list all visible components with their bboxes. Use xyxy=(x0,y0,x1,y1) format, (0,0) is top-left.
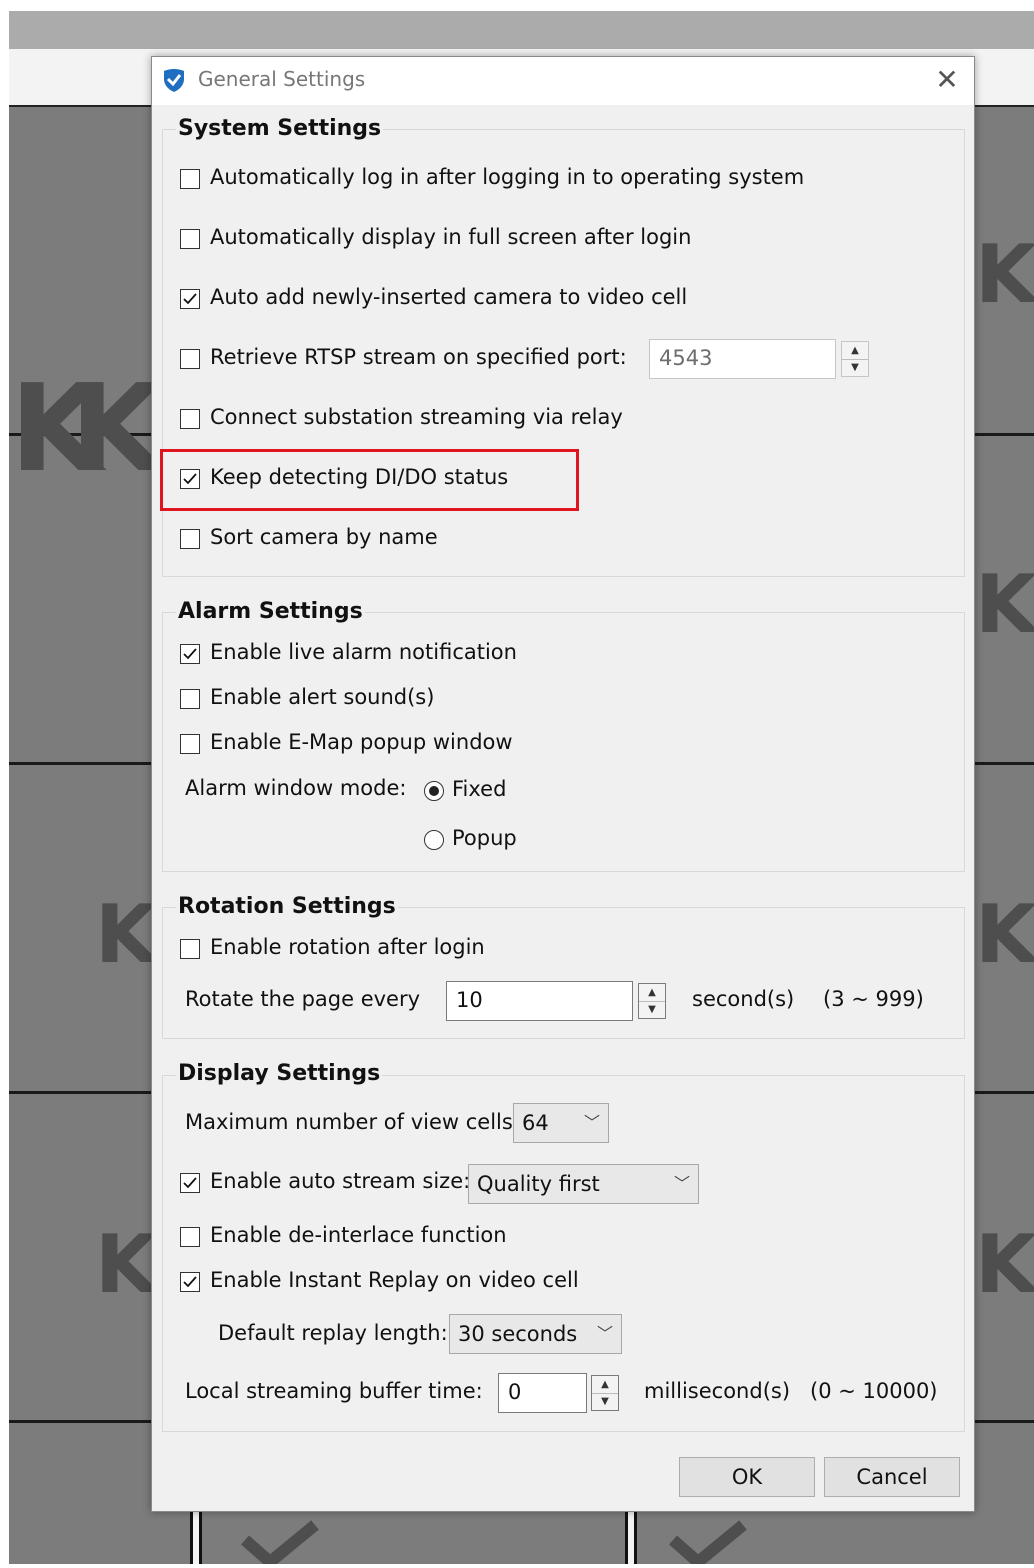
rotate-range-label: (3 ~ 999) xyxy=(823,987,924,1011)
cancel-button[interactable]: Cancel xyxy=(824,1457,960,1497)
watermark-logo: K xyxy=(95,1218,157,1311)
spin-up-icon[interactable]: ▲ xyxy=(842,342,868,360)
close-icon: ✕ xyxy=(935,63,959,96)
rotate-interval-spinner[interactable]: ▲ ▼ xyxy=(638,983,666,1019)
checkmark-icon xyxy=(183,1276,197,1288)
spin-down-icon[interactable]: ▼ xyxy=(592,1393,618,1410)
enable-rotation-label[interactable]: Enable rotation after login xyxy=(210,935,485,959)
checkmark-icon xyxy=(183,293,197,305)
spin-down-icon[interactable]: ▼ xyxy=(639,1001,665,1018)
buffer-unit-label: millisecond(s) xyxy=(644,1379,791,1403)
replay-length-value: 30 seconds xyxy=(458,1322,578,1346)
watermark-check-icon xyxy=(668,1520,748,1568)
alarm-window-mode-label: Alarm window mode: xyxy=(185,776,407,800)
max-cells-select[interactable]: 64 ﹀ xyxy=(513,1103,609,1143)
replay-length-label: Default replay length: xyxy=(218,1321,448,1345)
watermark-logo: K xyxy=(10,360,103,499)
auto-login-label[interactable]: Automatically log in after logging in to… xyxy=(210,165,804,189)
auto-login-checkbox[interactable] xyxy=(180,169,200,189)
app-shield-icon xyxy=(161,67,187,93)
cell-divider xyxy=(625,1510,637,1564)
auto-add-camera-label[interactable]: Auto add newly-inserted camera to video … xyxy=(210,285,687,309)
spin-up-icon[interactable]: ▲ xyxy=(639,984,665,1002)
general-settings-dialog: General Settings ✕ System Settings Autom… xyxy=(151,56,975,1512)
detect-dido-label[interactable]: Keep detecting DI/DO status xyxy=(210,465,508,489)
auto-add-camera-checkbox[interactable] xyxy=(180,289,200,309)
dialog-title: General Settings xyxy=(198,67,366,91)
watermark-logo: K xyxy=(975,228,1034,321)
live-alarm-checkbox[interactable] xyxy=(180,644,200,664)
auto-stream-label[interactable]: Enable auto stream size: xyxy=(210,1169,470,1193)
mode-fixed-label[interactable]: Fixed xyxy=(452,777,506,801)
spin-up-icon[interactable]: ▲ xyxy=(592,1376,618,1394)
checkmark-icon xyxy=(183,1177,197,1189)
mode-fixed-radio[interactable] xyxy=(424,781,444,801)
rotate-interval-input[interactable]: 10 xyxy=(446,981,633,1021)
video-cell xyxy=(973,1423,1034,1564)
instant-replay-label[interactable]: Enable Instant Replay on video cell xyxy=(210,1268,579,1292)
watermark-logo: K xyxy=(95,888,157,981)
live-alarm-label[interactable]: Enable live alarm notification xyxy=(210,640,517,664)
rotation-settings-title: Rotation Settings xyxy=(176,894,398,919)
deinterlace-label[interactable]: Enable de-interlace function xyxy=(210,1223,507,1247)
rtsp-port-spinner[interactable]: ▲ ▼ xyxy=(841,341,869,377)
background-top-strip xyxy=(9,11,1034,49)
watermark-logo: K xyxy=(975,558,1034,651)
deinterlace-checkbox[interactable] xyxy=(180,1227,200,1247)
substation-relay-checkbox[interactable] xyxy=(180,409,200,429)
video-cell xyxy=(9,1423,151,1564)
enable-rotation-checkbox[interactable] xyxy=(180,939,200,959)
watermark-logo: K xyxy=(975,1218,1034,1311)
auto-fullscreen-checkbox[interactable] xyxy=(180,229,200,249)
system-settings-title: System Settings xyxy=(176,116,384,141)
watermark-logo: K xyxy=(975,888,1034,981)
cell-divider xyxy=(190,1510,202,1564)
replay-length-select[interactable]: 30 seconds ﹀ xyxy=(449,1314,622,1354)
sort-camera-checkbox[interactable] xyxy=(180,529,200,549)
buffer-range-label: (0 ~ 10000) xyxy=(810,1379,938,1403)
buffer-time-label: Local streaming buffer time: xyxy=(185,1379,483,1403)
instant-replay-checkbox[interactable] xyxy=(180,1272,200,1292)
checkmark-icon xyxy=(183,473,197,485)
alert-sound-checkbox[interactable] xyxy=(180,689,200,709)
mode-popup-label[interactable]: Popup xyxy=(452,826,517,850)
rtsp-port-checkbox[interactable] xyxy=(180,349,200,369)
chevron-down-icon: ﹀ xyxy=(583,1113,600,1132)
rotate-unit-label: second(s) xyxy=(692,987,795,1011)
rotate-page-label: Rotate the page every xyxy=(185,987,421,1011)
radio-selected-dot xyxy=(429,786,439,796)
emap-popup-label[interactable]: Enable E-Map popup window xyxy=(210,730,513,754)
display-settings-title: Display Settings xyxy=(176,1061,383,1086)
buffer-time-spinner[interactable]: ▲ ▼ xyxy=(591,1375,619,1411)
sort-camera-label[interactable]: Sort camera by name xyxy=(210,525,438,549)
alarm-settings-title: Alarm Settings xyxy=(176,599,365,624)
alert-sound-label[interactable]: Enable alert sound(s) xyxy=(210,685,434,709)
watermark-check-icon xyxy=(240,1520,320,1568)
emap-popup-checkbox[interactable] xyxy=(180,734,200,754)
auto-stream-value: Quality first xyxy=(477,1172,600,1196)
auto-stream-checkbox[interactable] xyxy=(180,1173,200,1193)
dialog-titlebar[interactable]: General Settings ✕ xyxy=(152,57,974,105)
buffer-time-input[interactable]: 0 xyxy=(498,1373,587,1413)
detect-dido-checkbox[interactable] xyxy=(180,469,200,489)
auto-fullscreen-label[interactable]: Automatically display in full screen aft… xyxy=(210,225,691,249)
mode-popup-radio[interactable] xyxy=(424,830,444,850)
max-cells-value: 64 xyxy=(522,1111,549,1135)
chevron-down-icon: ﹀ xyxy=(596,1324,613,1343)
rtsp-port-label[interactable]: Retrieve RTSP stream on specified port: xyxy=(210,345,627,369)
ok-button[interactable]: OK xyxy=(679,1457,815,1497)
checkmark-icon xyxy=(183,648,197,660)
max-cells-label: Maximum number of view cells xyxy=(185,1110,513,1134)
auto-stream-select[interactable]: Quality first ﹀ xyxy=(468,1164,699,1204)
rtsp-port-input[interactable]: 4543 xyxy=(649,339,836,379)
spin-down-icon[interactable]: ▼ xyxy=(842,359,868,376)
chevron-down-icon: ﹀ xyxy=(673,1174,690,1193)
substation-relay-label[interactable]: Connect substation streaming via relay xyxy=(210,405,623,429)
close-button[interactable]: ✕ xyxy=(930,61,964,99)
